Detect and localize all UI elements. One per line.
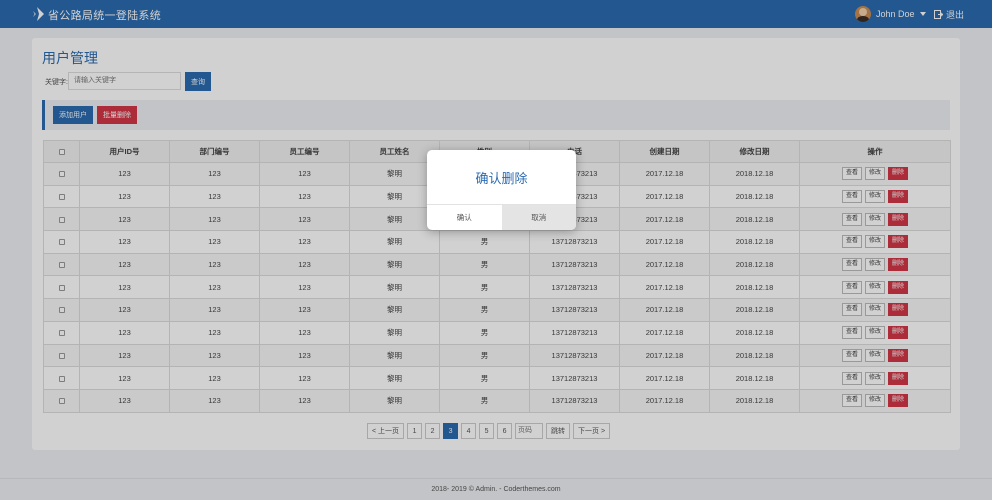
dialog-message: 确认删除 [475,170,528,186]
confirm-delete-dialog: 确认删除 确认 取消 [427,150,576,230]
cancel-button[interactable]: 取消 [501,205,576,230]
modal-overlay [0,0,992,500]
confirm-button[interactable]: 确认 [427,205,502,230]
dialog-actions: 确认 取消 [427,204,576,230]
